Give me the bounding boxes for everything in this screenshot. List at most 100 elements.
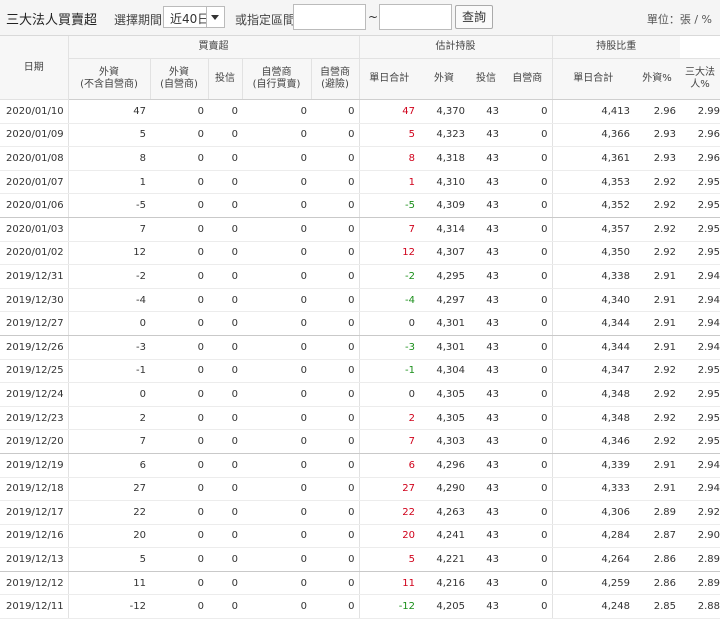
cell-holding-foreign: 4,310 — [419, 170, 470, 195]
cell-daily-total: 1 — [358, 170, 420, 195]
cell-holding-dealer: 0 — [503, 571, 553, 596]
cell-date: 2020/01/10 — [0, 99, 68, 124]
cell-holding-total: 4,350 — [551, 241, 635, 266]
end-date-input[interactable] — [379, 4, 452, 30]
cell-holding-foreign: 4,290 — [419, 477, 470, 502]
cell-foreign-dealer: 0 — [150, 406, 208, 431]
cell-holding-dealer: 0 — [503, 217, 553, 242]
cell-holding-foreign: 4,303 — [419, 429, 470, 454]
chevron-down-icon[interactable] — [206, 7, 224, 27]
cell-ratio-foreign: 2.92 — [634, 359, 681, 384]
cell-holding-foreign: 4,314 — [419, 217, 470, 242]
cell-holding-trust: 43 — [469, 193, 504, 218]
cell-foreign-ex: 20 — [67, 524, 150, 549]
cell-dealer-self: 0 — [242, 99, 311, 124]
cell-daily-total: 27 — [358, 477, 420, 502]
cell-daily-total: 5 — [358, 547, 420, 572]
cell-daily-total: -4 — [358, 288, 420, 313]
cell-dealer-self: 0 — [242, 170, 311, 195]
cell-dealer-hedge: 0 — [311, 288, 360, 313]
cell-ratio-foreign: 2.92 — [634, 382, 681, 407]
cell-holding-trust: 43 — [469, 335, 504, 360]
cell-dealer-self: 0 — [242, 406, 311, 431]
query-button[interactable]: 查詢 — [455, 5, 493, 29]
cell-daily-total: -1 — [358, 359, 420, 384]
cell-dealer-hedge: 0 — [311, 406, 360, 431]
cell-ratio-three: 2.94 — [680, 477, 720, 502]
cell-foreign-ex: -12 — [67, 594, 150, 619]
cell-date: 2020/01/09 — [0, 123, 68, 148]
cell-date: 2019/12/24 — [0, 382, 68, 407]
cell-holding-total: 4,353 — [551, 170, 635, 195]
cell-holding-dealer: 0 — [503, 170, 553, 195]
cell-holding-dealer: 0 — [503, 335, 553, 360]
cell-ratio-three: 2.89 — [680, 547, 720, 572]
cell-dealer-hedge: 0 — [311, 429, 360, 454]
cell-trust: 0 — [208, 453, 242, 478]
cell-trust: 0 — [208, 500, 242, 525]
cell-ratio-three: 2.95 — [680, 241, 720, 266]
cell-trust: 0 — [208, 193, 242, 218]
cell-daily-total: 6 — [358, 453, 420, 478]
cell-holding-trust: 43 — [469, 406, 504, 431]
cell-dealer-hedge: 0 — [311, 359, 360, 384]
cell-holding-foreign: 4,370 — [419, 99, 470, 124]
cell-dealer-hedge: 0 — [311, 99, 360, 124]
cell-trust: 0 — [208, 99, 242, 124]
cell-date: 2019/12/13 — [0, 547, 68, 572]
cell-dealer-hedge: 0 — [311, 146, 360, 171]
table-row: 2019/12/12 11 0 0 0 0 11 4,216 43 0 4,259 2.86 2.89 — [0, 571, 720, 596]
cell-trust: 0 — [208, 359, 242, 384]
cell-holding-total: 4,346 — [551, 429, 635, 454]
col-dealer-hedge: 自營商 (避險) — [310, 58, 360, 100]
cell-foreign-ex: -1 — [67, 359, 150, 384]
cell-date: 2019/12/19 — [0, 453, 68, 478]
cell-holding-trust: 43 — [469, 288, 504, 313]
cell-ratio-three: 2.95 — [680, 382, 720, 407]
cell-holding-dealer: 0 — [503, 311, 553, 336]
cell-holding-total: 4,284 — [551, 524, 635, 549]
cell-holding-dealer: 0 — [503, 406, 553, 431]
cell-daily-total: -12 — [358, 594, 420, 619]
cell-holding-dealer: 0 — [503, 547, 553, 572]
cell-holding-total: 4,347 — [551, 359, 635, 384]
period-select[interactable]: 近40日 — [163, 6, 225, 28]
cell-trust: 0 — [208, 477, 242, 502]
cell-trust: 0 — [208, 594, 242, 619]
cell-holding-dealer: 0 — [503, 146, 553, 171]
cell-daily-total: -2 — [358, 264, 420, 289]
col-foreign-ex: 外資 (不含自營商) — [67, 58, 150, 100]
table-row: 2019/12/30 -4 0 0 0 0 -4 4,297 43 0 4,340 2.91 2.94 — [0, 288, 720, 313]
cell-dealer-self: 0 — [242, 429, 311, 454]
cell-ratio-foreign: 2.96 — [634, 99, 681, 124]
cell-foreign-dealer: 0 — [150, 547, 208, 572]
cell-date: 2019/12/26 — [0, 335, 68, 360]
cell-daily-total: 5 — [358, 123, 420, 148]
cell-dealer-self: 0 — [242, 594, 311, 619]
cell-ratio-foreign: 2.92 — [634, 429, 681, 454]
table-row: 2020/01/06 -5 0 0 0 0 -5 4,309 43 0 4,352 2.92 2.95 — [0, 193, 720, 218]
cell-dealer-hedge: 0 — [311, 594, 360, 619]
col-holding-trust: 投信 — [469, 58, 504, 100]
cell-dealer-hedge: 0 — [311, 547, 360, 572]
cell-daily-total: -5 — [358, 193, 420, 218]
cell-date: 2019/12/27 — [0, 311, 68, 336]
cell-date: 2019/12/18 — [0, 477, 68, 502]
group-ratio: 持股比重 — [551, 36, 681, 59]
cell-ratio-foreign: 2.92 — [634, 217, 681, 242]
cell-dealer-hedge: 0 — [311, 217, 360, 242]
cell-ratio-three: 2.94 — [680, 264, 720, 289]
cell-ratio-foreign: 2.91 — [634, 311, 681, 336]
cell-holding-foreign: 4,221 — [419, 547, 470, 572]
cell-foreign-dealer: 0 — [150, 594, 208, 619]
cell-foreign-dealer: 0 — [150, 429, 208, 454]
cell-dealer-self: 0 — [242, 500, 311, 525]
cell-ratio-three: 2.99 — [680, 99, 720, 124]
start-date-input[interactable] — [293, 4, 366, 30]
cell-ratio-foreign: 2.91 — [634, 288, 681, 313]
cell-holding-total: 4,366 — [551, 123, 635, 148]
cell-foreign-dealer: 0 — [150, 382, 208, 407]
cell-holding-dealer: 0 — [503, 359, 553, 384]
cell-foreign-ex: 0 — [67, 311, 150, 336]
cell-holding-dealer: 0 — [503, 382, 553, 407]
